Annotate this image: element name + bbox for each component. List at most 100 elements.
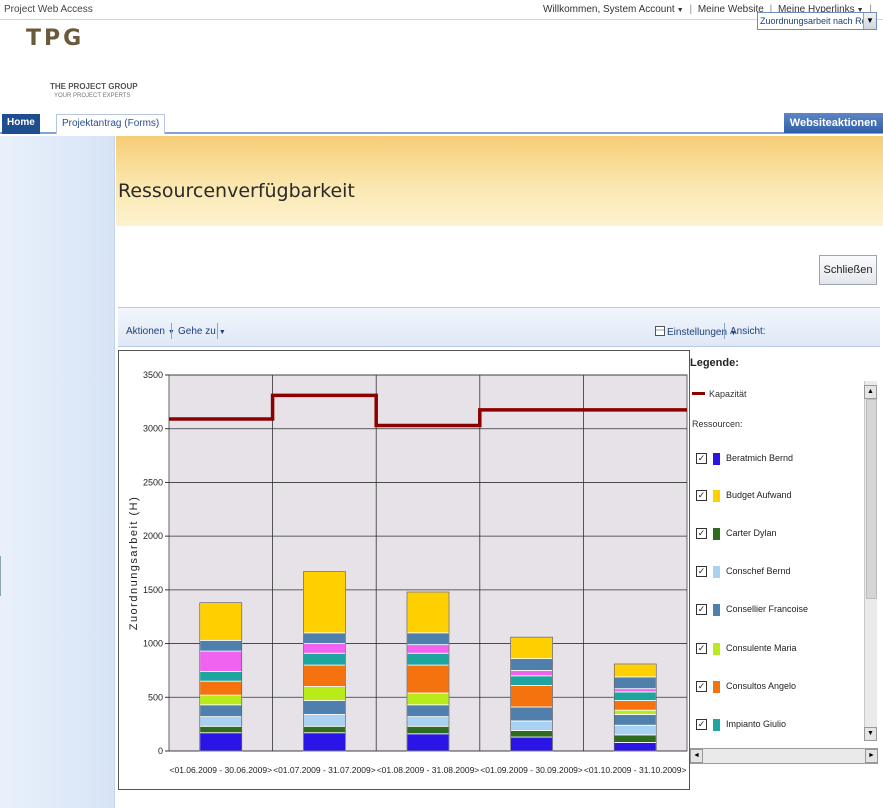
bar-segment bbox=[302, 571, 346, 634]
legend-item[interactable]: ✓ Consultos Angelo bbox=[696, 679, 796, 693]
legend-item-label: Beratmich Bernd bbox=[726, 453, 794, 463]
y-tick-label: 0 bbox=[158, 746, 163, 756]
bar-segment bbox=[510, 720, 554, 731]
y-tick-label: 500 bbox=[148, 692, 163, 702]
checkbox[interactable]: ✓ bbox=[696, 566, 707, 578]
bar-segment bbox=[406, 704, 450, 718]
checkbox[interactable]: ✓ bbox=[696, 604, 707, 616]
bar-segment bbox=[199, 639, 243, 652]
scroll-up-icon[interactable]: ▲ bbox=[864, 385, 877, 399]
color-swatch bbox=[713, 680, 720, 693]
checkbox[interactable]: ✓ bbox=[696, 643, 707, 655]
bar-segment bbox=[406, 716, 450, 727]
legend-item[interactable]: ✓ Consellier Francoise bbox=[696, 602, 808, 616]
y-tick-label: 3500 bbox=[143, 370, 163, 380]
legend-title: Legende: bbox=[690, 357, 739, 369]
bar-segment bbox=[406, 725, 450, 735]
bar-segment bbox=[199, 602, 243, 641]
toolbar-divider bbox=[171, 323, 172, 339]
logo-mark: TPG bbox=[26, 26, 85, 51]
bar-segment bbox=[199, 671, 243, 682]
y-tick-label: 3000 bbox=[143, 424, 163, 434]
close-button[interactable]: Schließen bbox=[819, 255, 877, 285]
scroll-down-icon[interactable]: ▼ bbox=[864, 727, 877, 741]
logo-line-2: YOUR PROJECT EXPERTS bbox=[54, 93, 131, 99]
scroll-thumb[interactable] bbox=[866, 399, 877, 599]
bar-segment bbox=[406, 632, 450, 646]
bar-segment bbox=[406, 591, 450, 634]
site-title[interactable]: Project Web Access bbox=[4, 4, 93, 15]
scroll-right-icon[interactable]: ► bbox=[865, 749, 878, 763]
logo-line-1: THE PROJECT GROUP bbox=[50, 82, 138, 91]
view-select-value: Zuordnungsarbeit nach Ressource bbox=[760, 16, 876, 26]
bar-segment bbox=[199, 694, 243, 706]
toolbar-divider bbox=[724, 323, 725, 339]
chart-panel: 0 500 1000 1500 2000 2500 3000 3500 <01.06.2009 … bbox=[118, 350, 690, 790]
bar-segment bbox=[510, 730, 554, 738]
scroll-left-icon[interactable]: ◄ bbox=[690, 749, 703, 763]
bar-segment bbox=[613, 742, 657, 752]
bar-segment bbox=[510, 706, 554, 722]
bar-segment bbox=[613, 691, 657, 701]
bar-segment bbox=[613, 700, 657, 711]
legend-resources-label: Ressourcen: bbox=[692, 419, 743, 429]
page-title: Ressourcenverfügbarkeit bbox=[118, 180, 355, 202]
toolbar-divider bbox=[217, 323, 218, 339]
bar-segment bbox=[302, 643, 346, 654]
y-tick-label: 1000 bbox=[143, 639, 163, 649]
legend-item[interactable]: ✓ Budget Aufwand bbox=[696, 488, 792, 502]
legend-item-label: Impianto Giulio bbox=[726, 719, 787, 729]
site-actions-button[interactable]: Websiteaktionen bbox=[783, 113, 883, 133]
my-site-link[interactable]: Meine Website bbox=[698, 4, 764, 15]
view-select[interactable]: Zuordnungsarbeit nach Ressource ▼ bbox=[757, 12, 877, 30]
legend-vertical-scrollbar[interactable] bbox=[864, 381, 877, 741]
y-axis-label: Zuordnungsarbeit (H) bbox=[128, 496, 140, 631]
bar-segment bbox=[302, 686, 346, 701]
bar-segment bbox=[302, 632, 346, 644]
legend-item-label: Consellier Francoise bbox=[726, 604, 809, 614]
checkbox[interactable]: ✓ bbox=[696, 453, 707, 465]
bar-segment bbox=[199, 732, 243, 752]
welcome-menu[interactable]: Willkommen, System Account bbox=[543, 4, 675, 15]
chevron-down-icon[interactable]: ▼ bbox=[677, 7, 684, 14]
bar-segment bbox=[406, 664, 450, 694]
chevron-down-icon[interactable]: ▼ bbox=[863, 13, 876, 29]
view-toolbar: Aktionen▼ Gehe zu▼ Einstellungen ▼ Ansich… bbox=[118, 307, 880, 347]
y-tick-label: 1500 bbox=[143, 585, 163, 595]
bar-segment bbox=[302, 700, 346, 715]
availability-chart: 0 500 1000 1500 2000 2500 3000 3500 <01.06.2009 … bbox=[128, 370, 688, 775]
actions-menu[interactable]: Aktionen▼ bbox=[126, 326, 175, 337]
bar-segment bbox=[613, 724, 657, 736]
color-swatch bbox=[713, 603, 720, 616]
bar-segment bbox=[613, 663, 657, 678]
legend-panel: Legende: Kapazität Ressourcen: ✓ Beratmic… bbox=[690, 357, 878, 767]
tab-home[interactable]: Home bbox=[2, 114, 40, 134]
legend-item[interactable]: ✓ Beratmich Bernd bbox=[696, 451, 793, 465]
legend-horizontal-scrollbar[interactable]: ◄ ► bbox=[690, 748, 878, 764]
checkbox[interactable]: ✓ bbox=[696, 490, 707, 502]
legend-item[interactable]: ✓ Consulente Maria bbox=[696, 641, 797, 655]
bar-segment bbox=[302, 714, 346, 727]
color-swatch bbox=[713, 718, 720, 731]
bar-segment bbox=[406, 692, 450, 706]
bar-segment bbox=[199, 716, 243, 727]
legend-item[interactable]: ✓ Carter Dylan bbox=[696, 526, 777, 540]
checkbox[interactable]: ✓ bbox=[696, 681, 707, 693]
bar-segment bbox=[510, 675, 554, 686]
tab-projektantrag[interactable]: Projektantrag (Forms) bbox=[56, 114, 166, 134]
bar-segment bbox=[199, 704, 243, 718]
legend-item[interactable]: ✓ Conschef Bernd bbox=[696, 564, 791, 578]
goto-menu[interactable]: Gehe zu ▼ bbox=[178, 326, 226, 337]
legend-item-label: Consultos Angelo bbox=[726, 681, 797, 691]
bar-segment bbox=[510, 736, 554, 752]
company-logo[interactable]: TPG THE PROJECT GROUP YOUR PROJECT EXPER… bbox=[26, 26, 146, 106]
checkbox[interactable]: ✓ bbox=[696, 719, 707, 731]
x-tick-label: <01.07.2009 - 31.07.2009> bbox=[273, 765, 376, 775]
x-tick-label: <01.08.2009 - 31.08.2009> bbox=[377, 765, 480, 775]
bar-segment bbox=[406, 644, 450, 654]
bar-segment bbox=[302, 725, 346, 734]
checkbox[interactable]: ✓ bbox=[696, 528, 707, 540]
color-swatch bbox=[713, 565, 720, 578]
actions-label: Aktionen bbox=[126, 326, 165, 337]
legend-item[interactable]: ✓ Impianto Giulio bbox=[696, 717, 786, 731]
